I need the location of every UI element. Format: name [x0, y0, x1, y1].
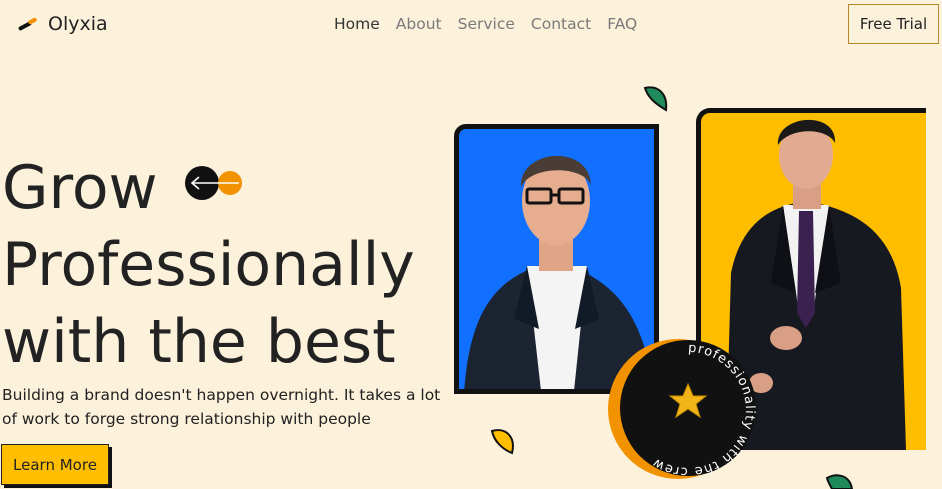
hero-title-line-2: Professionally — [2, 230, 415, 300]
olyxia-logo-icon — [17, 17, 40, 32]
brand-name: Olyxia — [48, 13, 108, 35]
main-nav: Home About Service Contact FAQ — [334, 15, 637, 33]
yellow-leaf-icon — [490, 429, 514, 455]
hero-subtitle: Building a brand doesn't happen overnigh… — [2, 386, 441, 428]
nav-home[interactable]: Home — [334, 15, 380, 33]
brand-logo[interactable]: Olyxia — [17, 13, 108, 35]
green-leaf-icon — [825, 474, 854, 489]
hero-title-line-3: with the best — [2, 307, 396, 377]
nav-contact[interactable]: Contact — [531, 15, 591, 33]
nav-service[interactable]: Service — [458, 15, 515, 33]
professionality-badge: professionality with the crew — [608, 339, 756, 479]
free-trial-button[interactable]: Free Trial — [848, 4, 939, 44]
nav-faq[interactable]: FAQ — [607, 15, 637, 33]
learn-more-button[interactable]: Learn More — [1, 444, 109, 485]
green-leaf-icon — [643, 86, 668, 112]
nav-about[interactable]: About — [396, 15, 442, 33]
arrow-left-badge-icon — [185, 166, 242, 200]
